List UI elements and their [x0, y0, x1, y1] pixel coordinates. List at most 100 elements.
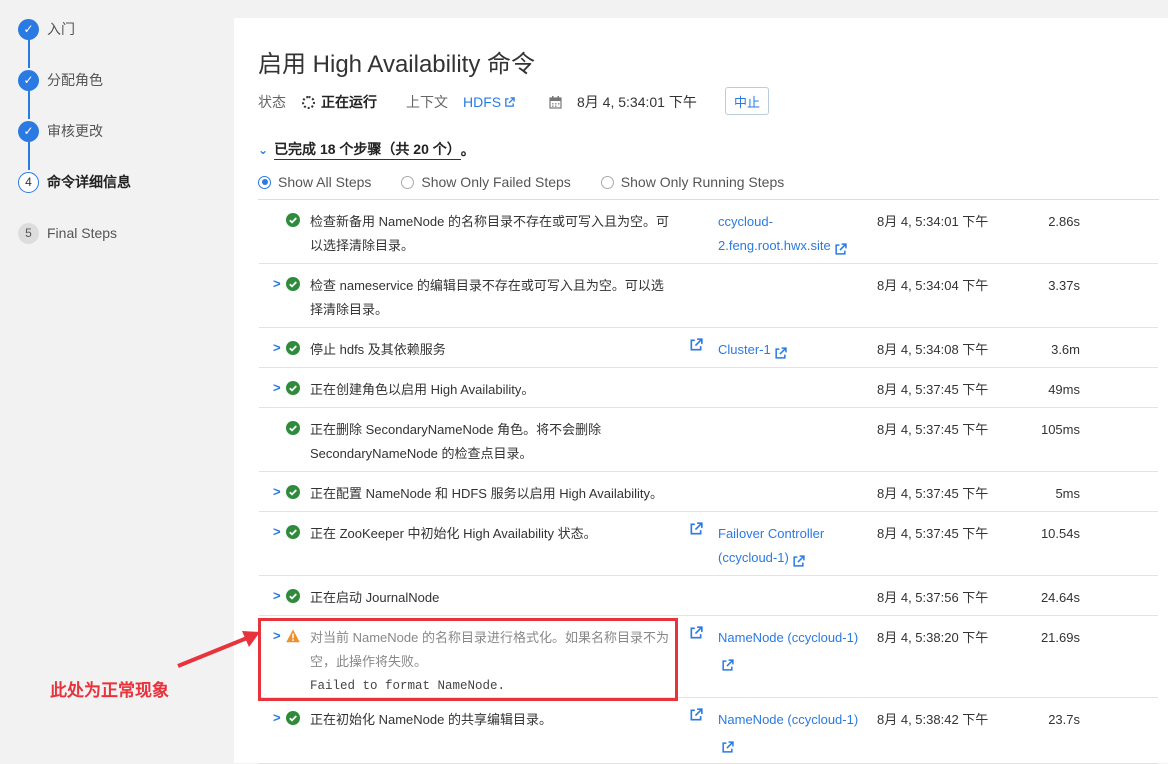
context-link-text[interactable]: Failover Controller — [718, 526, 824, 541]
step-description-line: 正在删除 SecondaryNameNode 角色。将不会删除 — [310, 422, 602, 437]
table-row: > 停止 hdfs 及其依赖服务 Cluster-1 8月 4, 5:34:08 下午… — [259, 328, 1158, 368]
step-description: 正在创建角色以启用 High Availability。 — [310, 378, 675, 402]
chevron-right-icon[interactable]: > — [273, 276, 281, 291]
radio-unselected[interactable] — [600, 175, 614, 189]
external-link-icon[interactable] — [689, 338, 703, 352]
table-row: > 正在启动 JournalNode 8月 4, 5:37:56 下午 24.64s — [259, 576, 1158, 616]
step-context-link[interactable]: NameNode (ccycloud-1) — [718, 708, 868, 756]
external-link-icon[interactable] — [689, 708, 703, 722]
external-link-icon[interactable] — [774, 344, 787, 359]
radio-label: Show Only Failed Steps — [421, 174, 571, 190]
steps-table: 检查新备用 NameNode 的名称目录不存在或可写入且为空。可 以选择清除目录。… — [258, 199, 1159, 764]
step-start-time: 8月 4, 5:37:45 下午 — [877, 526, 989, 541]
step-label: 入门 — [47, 21, 75, 37]
step-duration: 23.7s — [1048, 712, 1080, 727]
step-description-line: 检查新备用 NameNode 的名称目录不存在或可写入且为空。可 — [310, 214, 669, 229]
context-link-text[interactable]: NameNode (ccycloud-1) — [718, 712, 858, 727]
start-time-field: 8月 4, 5:34:01 下午 — [549, 92, 697, 112]
wizard-step-assign-roles[interactable]: ✓ 分配角色 — [18, 69, 103, 91]
step-start-time: 8月 4, 5:37:56 下午 — [877, 590, 989, 605]
external-link-icon[interactable] — [689, 626, 703, 640]
filter-all-steps[interactable]: Show All Steps — [258, 174, 371, 190]
external-link-icon[interactable] — [792, 552, 805, 567]
external-link-icon[interactable] — [504, 96, 515, 108]
context-link-text[interactable]: Cluster-1 — [718, 342, 771, 357]
step-duration: 105ms — [1040, 422, 1080, 437]
success-check-icon — [286, 711, 300, 725]
step-description-line: 正在配置 NameNode 和 HDFS 服务以启用 High Availabi… — [310, 486, 664, 501]
step-context-link[interactable]: Failover Controller (ccycloud-1) — [718, 522, 868, 570]
context-link-text[interactable]: (ccycloud-1) — [718, 550, 789, 565]
success-check-icon — [286, 525, 300, 539]
step-description: 检查 nameservice 的编辑目录不存在或可写入且为空。可以选 择清除目录。 — [310, 274, 675, 322]
start-time: 8月 4, 5:34:01 下午 — [577, 94, 697, 110]
step-start-time: 8月 4, 5:37:45 下午 — [877, 422, 989, 437]
step-duration: 3.37s — [1048, 278, 1080, 293]
external-link-icon[interactable] — [689, 522, 703, 536]
chevron-right-icon[interactable]: > — [273, 484, 281, 499]
annotation-text: 此处为正常现象 — [50, 681, 169, 700]
step-description: 正在配置 NameNode 和 HDFS 服务以启用 High Availabi… — [310, 482, 675, 506]
step-description: 检查新备用 NameNode 的名称目录不存在或可写入且为空。可 以选择清除目录。 — [310, 210, 675, 258]
step-description-line: 检查 nameservice 的编辑目录不存在或可写入且为空。可以选 — [310, 278, 664, 293]
step-description-line: 停止 hdfs 及其依赖服务 — [310, 342, 446, 357]
step-description: 正在启动 JournalNode — [310, 586, 675, 610]
step-filter-group: Show All Steps Show Only Failed Steps Sh… — [258, 174, 814, 190]
radio-label: Show Only Running Steps — [620, 174, 785, 190]
table-row: > 正在配置 NameNode 和 HDFS 服务以启用 High Availab… — [259, 472, 1158, 512]
step-context-link[interactable]: NameNode (ccycloud-1) — [718, 626, 868, 674]
step-context-link[interactable]: Cluster-1 — [718, 338, 868, 362]
step-context-link[interactable]: ccycloud- 2.feng.root.hwx.site — [718, 210, 868, 258]
success-check-icon — [286, 589, 300, 603]
step-start-time: 8月 4, 5:37:45 下午 — [877, 486, 989, 501]
step-label: 分配角色 — [47, 72, 103, 88]
step-description-line: 正在初始化 NameNode 的共享编辑目录。 — [310, 712, 552, 727]
annotation-arrow — [177, 631, 260, 668]
step-connector — [28, 40, 30, 68]
context-link-text[interactable]: NameNode (ccycloud-1) — [718, 630, 858, 645]
context-link-text[interactable]: ccycloud- — [718, 214, 773, 229]
radio-selected[interactable] — [258, 175, 271, 189]
steps-summary-toggle[interactable]: ⌄ 已完成 18 个步骤（共 20 个） 。 — [258, 139, 475, 160]
chevron-right-icon[interactable]: > — [273, 340, 281, 355]
context-link-text[interactable]: 2.feng.root.hwx.site — [718, 238, 831, 253]
step-connector — [28, 142, 30, 170]
table-row: 正在删除 SecondaryNameNode 角色。将不会删除 Secondary… — [259, 408, 1158, 472]
step-description: 正在 ZooKeeper 中初始化 High Availability 状态。 — [310, 522, 675, 546]
step-duration: 5ms — [1055, 486, 1080, 501]
step-label: 命令详细信息 — [47, 174, 131, 190]
filter-failed-steps[interactable]: Show Only Failed Steps — [401, 174, 571, 190]
chevron-right-icon[interactable]: > — [273, 588, 281, 603]
abort-button[interactable]: 中止 — [725, 87, 769, 115]
filter-running-steps[interactable]: Show Only Running Steps — [600, 174, 785, 190]
radio-unselected[interactable] — [401, 175, 415, 189]
step-description: 正在删除 SecondaryNameNode 角色。将不会删除 Secondary… — [310, 418, 675, 466]
step-duration: 49ms — [1048, 382, 1080, 397]
step-duration: 2.86s — [1048, 214, 1080, 229]
external-link-icon[interactable] — [721, 656, 734, 671]
status-field: 状态 正在运行 — [258, 92, 377, 112]
context-link-hdfs[interactable]: HDFS — [463, 94, 501, 110]
wizard-step-command-details[interactable]: 4 命令详细信息 — [18, 171, 131, 193]
wizard-step-review-changes[interactable]: ✓ 审核更改 — [18, 120, 103, 142]
success-check-icon — [286, 421, 300, 435]
external-link-icon[interactable] — [834, 240, 847, 255]
chevron-right-icon[interactable]: > — [273, 524, 281, 539]
step-description-line: 以选择清除目录。 — [310, 238, 415, 253]
success-check-icon — [286, 485, 300, 499]
table-row: > 正在初始化 NameNode 的共享编辑目录。 NameNode (ccyclo… — [259, 698, 1158, 764]
step-duration: 24.64s — [1040, 590, 1080, 605]
wizard-step-intro[interactable]: ✓ 入门 — [18, 18, 75, 40]
step-label: Final Steps — [47, 225, 118, 241]
step-duration: 21.69s — [1040, 630, 1080, 645]
wizard-step-final-steps[interactable]: 5 Final Steps — [18, 222, 117, 244]
success-check-icon — [286, 213, 300, 227]
step-duration: 3.6m — [1051, 342, 1080, 357]
annotation-highlight-box — [258, 618, 678, 701]
external-link-icon[interactable] — [721, 738, 734, 753]
steps-summary: 已完成 18 个步骤（共 20 个） — [274, 139, 461, 160]
context-field: 上下文 HDFS — [406, 92, 515, 112]
spinner-icon — [302, 95, 315, 109]
chevron-right-icon[interactable]: > — [273, 380, 281, 395]
chevron-right-icon[interactable]: > — [273, 710, 281, 725]
